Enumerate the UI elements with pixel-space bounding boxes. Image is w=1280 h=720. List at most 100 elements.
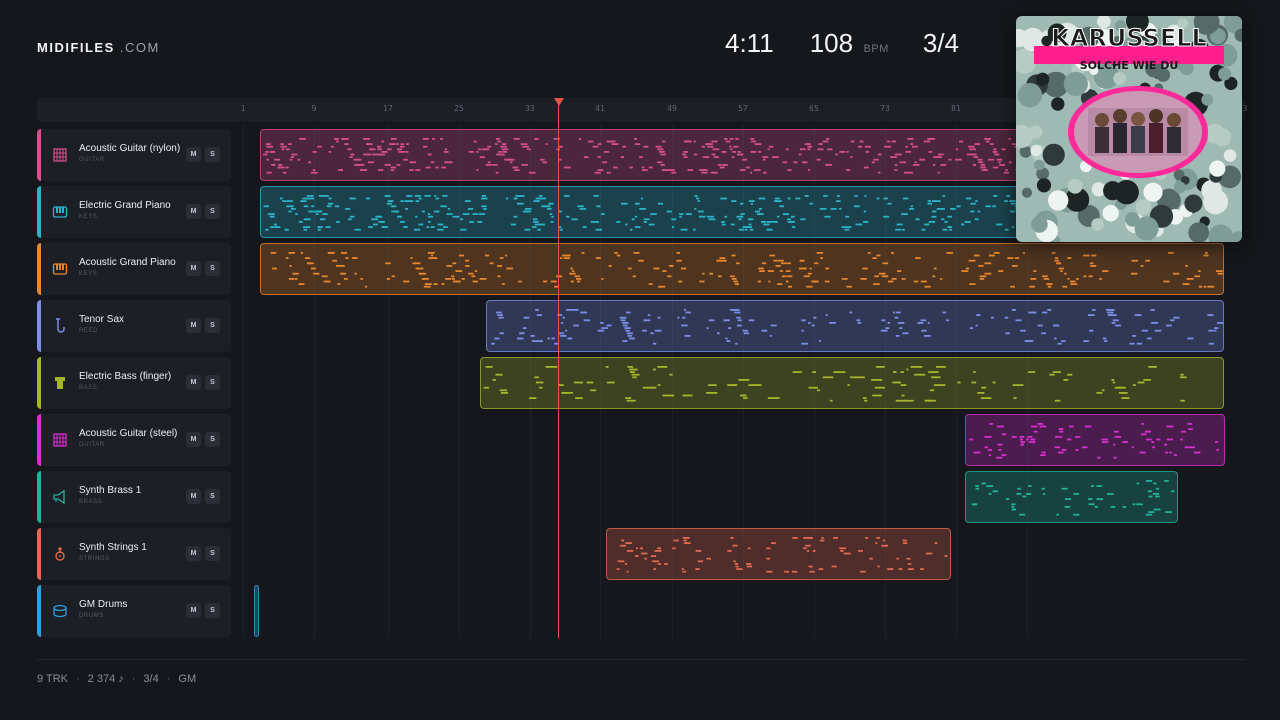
solo-button[interactable]: S [205,261,220,276]
solo-button[interactable]: S [205,489,220,504]
midi-clip[interactable] [606,528,951,580]
note [452,278,455,280]
footer-note-count: 2 374 ♪ [87,673,124,685]
note [687,169,694,171]
solo-button[interactable]: S [205,147,220,162]
track-header[interactable]: Synth Strings 1 STRINGS M S [37,528,231,580]
track-header[interactable]: Electric Bass (finger) BASS M S [37,357,231,409]
note [984,272,992,275]
note [652,368,656,371]
note [779,270,783,272]
solo-button[interactable]: S [205,603,220,618]
mute-button[interactable]: M [186,489,201,504]
note [290,156,295,158]
note [812,550,816,552]
mute-button[interactable]: M [186,375,201,390]
mute-button[interactable]: M [186,147,201,162]
note [1064,272,1067,275]
note [1164,480,1169,482]
midi-clip[interactable] [480,357,1224,409]
solo-button[interactable]: S [205,546,220,561]
note [424,195,431,197]
note [390,166,396,169]
solo-button[interactable]: S [205,204,220,219]
mute-button[interactable]: M [186,318,201,333]
note [980,164,986,166]
collage-face [1114,180,1139,205]
track-header[interactable]: Electric Grand Piano KEYS M S [37,186,231,238]
midi-clip[interactable] [965,414,1225,466]
note [726,140,731,143]
note [282,200,287,202]
track-header[interactable]: Acoustic Guitar (steel) GUITAR M S [37,414,231,466]
note [280,197,283,200]
note [579,208,587,210]
note [779,205,784,208]
note [404,226,407,228]
note [285,166,289,169]
playhead-line[interactable] [558,100,559,638]
note [653,267,660,270]
note [652,560,659,563]
note [1012,384,1024,386]
note [413,262,421,265]
note [602,161,607,164]
note [818,568,824,570]
note [669,373,673,376]
note [1112,319,1119,322]
note [825,164,829,166]
note [320,218,326,221]
note [910,143,914,145]
note [697,560,704,563]
note [541,205,546,208]
track-color-stripe [37,186,41,238]
note [597,169,604,171]
note [1131,446,1134,449]
midi-clip[interactable] [260,243,1224,295]
playhead-handle[interactable] [554,98,564,106]
note [787,221,794,223]
note [1214,327,1219,329]
mute-button[interactable]: M [186,204,201,219]
solo-button[interactable]: S [205,318,220,333]
note [729,309,736,311]
track-category: REED [79,328,99,334]
note [483,208,487,210]
note [428,221,431,223]
ruler-tick-label: 1 [240,104,246,113]
note [735,565,739,568]
note [1167,252,1174,254]
note [877,153,882,156]
note [657,202,664,205]
note [792,537,798,539]
note [441,283,445,285]
mute-button[interactable]: M [186,261,201,276]
midi-clip[interactable] [965,471,1178,523]
solo-button[interactable]: S [205,375,220,390]
track-header[interactable]: Acoustic Grand Piano KEYS M S [37,243,231,295]
note [977,210,981,213]
track-header[interactable]: Tenor Sax REED M S [37,300,231,352]
note [734,563,739,565]
note [1058,428,1064,430]
collage-face [1036,72,1050,86]
note [642,329,647,332]
note [899,161,902,164]
mute-button[interactable]: M [186,603,201,618]
midi-clip[interactable] [254,585,259,637]
note [1140,265,1144,267]
track-header[interactable]: GM Drums DRUMS M S [37,585,231,637]
mute-button[interactable]: M [186,432,201,447]
solo-button[interactable]: S [205,432,220,447]
mute-button[interactable]: M [186,546,201,561]
note [1163,280,1170,283]
track-header[interactable]: Synth Brass 1 BRASS M S [37,471,231,523]
note [648,283,653,285]
note [1180,399,1185,402]
note [270,226,277,228]
note [892,381,901,384]
note [289,158,293,161]
track-header[interactable]: Acoustic Guitar (nylon) GUITAR M S [37,129,231,181]
note [860,570,866,573]
midi-clip[interactable] [486,300,1224,352]
